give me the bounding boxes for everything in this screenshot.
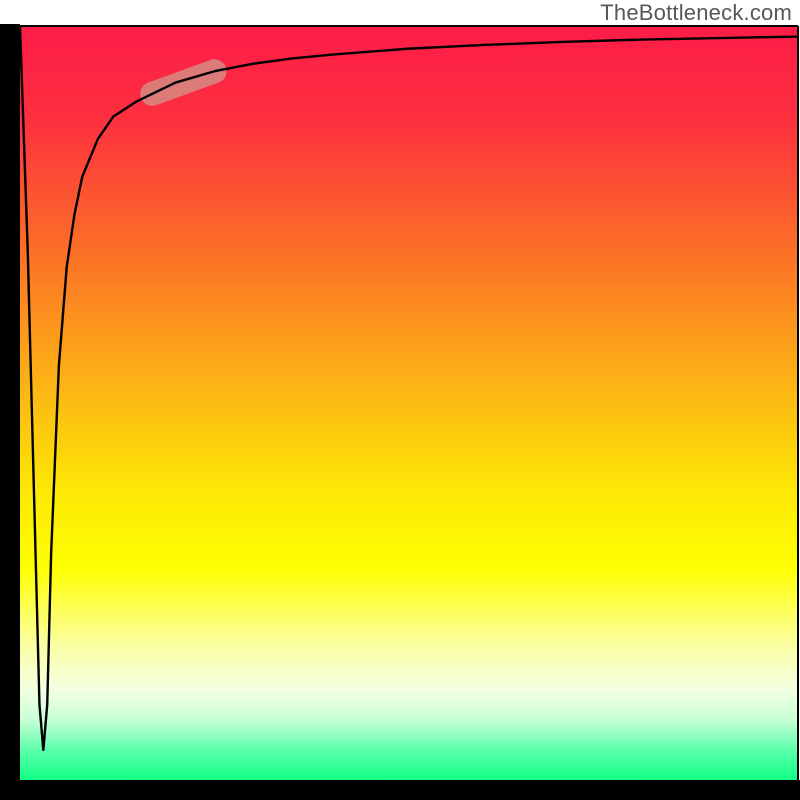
axis-left [0,24,20,800]
watermark-text: TheBottleneck.com [600,0,792,26]
axis-bottom [0,780,800,800]
bottleneck-chart [0,0,800,800]
plot-background-gradient [20,26,798,780]
